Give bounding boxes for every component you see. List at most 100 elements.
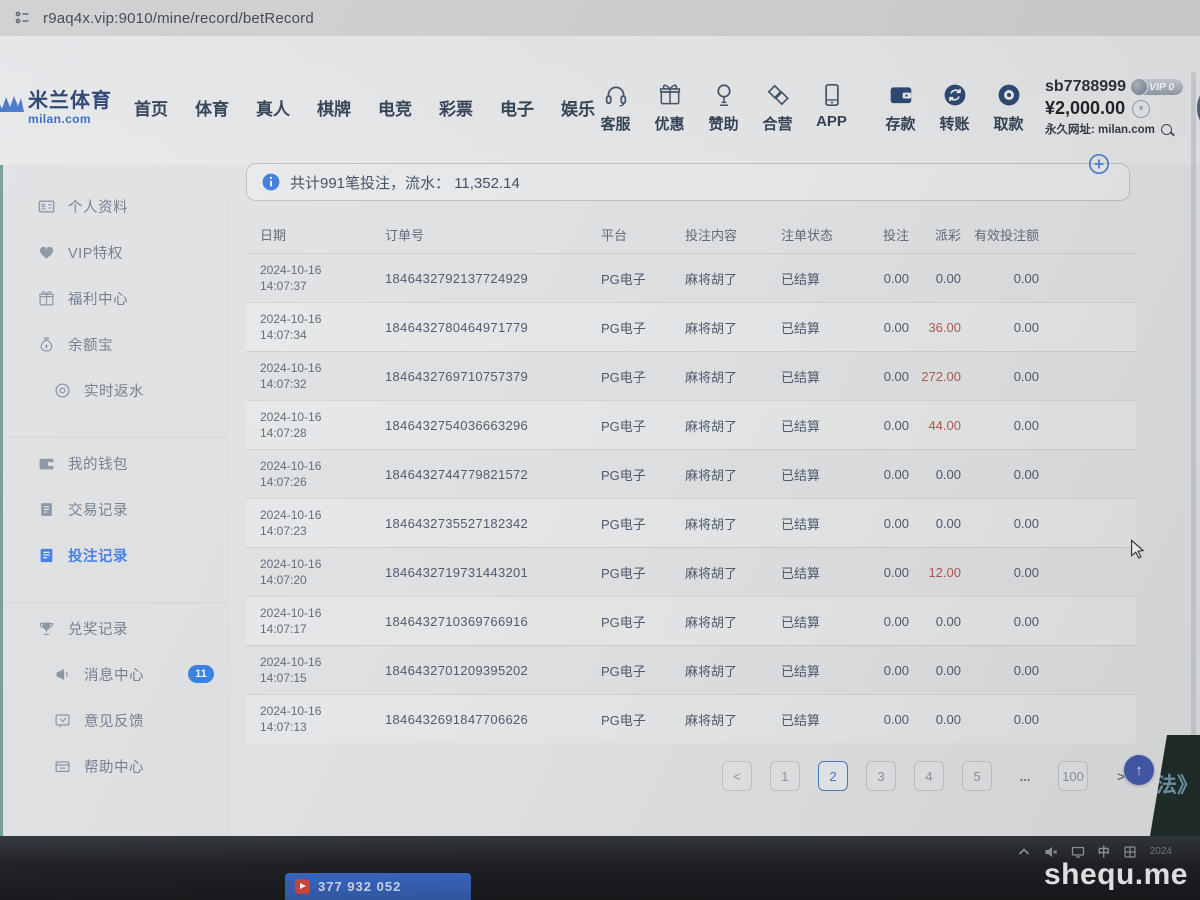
site-header: 米兰体育 milan.com 首页 体育 真人 棋牌 电竞 彩票 电子 娱乐 客… bbox=[0, 36, 1200, 165]
valid-bet-amount: 0.00 bbox=[965, 467, 1043, 482]
table-row[interactable]: 2024-10-16 14:07:32 1846432769710757379 … bbox=[246, 351, 1136, 400]
nav-item[interactable]: 棋牌 bbox=[317, 95, 351, 120]
page-button[interactable]: 100 bbox=[1058, 761, 1088, 791]
platform: PG电子 bbox=[587, 514, 671, 533]
quick-action[interactable]: APP bbox=[811, 82, 852, 130]
browser-url-bar[interactable]: r9aq4x.vip:9010/mine/record/betRecord bbox=[0, 0, 1200, 37]
sidebar-item[interactable]: 兑奖记录 bbox=[0, 602, 230, 651]
grid-icon[interactable] bbox=[1123, 845, 1137, 859]
bet-time: 14:07:20 bbox=[260, 572, 371, 588]
table-row[interactable]: 2024-10-16 14:07:13 1846432691847706626 … bbox=[246, 694, 1136, 743]
payout-amount: 0.00 bbox=[913, 271, 965, 286]
nav-item[interactable]: 电竞 bbox=[378, 95, 412, 120]
table-row[interactable]: 2024-10-16 14:07:26 1846432744779821572 … bbox=[246, 449, 1136, 498]
profile-tab-icon bbox=[14, 9, 32, 27]
banner-number: 377 932 052 bbox=[318, 879, 401, 894]
sidebar-item[interactable]: 余额宝 bbox=[0, 321, 230, 367]
quick-action[interactable]: 存款 bbox=[880, 82, 921, 134]
bet-content: 麻将胡了 bbox=[671, 612, 767, 631]
platform: PG电子 bbox=[587, 465, 671, 484]
order-number: 1846432754036663296 bbox=[371, 418, 587, 433]
username[interactable]: sb7788999 bbox=[1045, 78, 1126, 96]
banner-logo-icon bbox=[295, 879, 310, 894]
nav-item[interactable]: 彩票 bbox=[439, 95, 473, 120]
scrollbar[interactable] bbox=[1191, 72, 1196, 828]
sidebar-item[interactable]: 实时返水 bbox=[0, 367, 230, 413]
watermark: shequ.me bbox=[1044, 858, 1188, 892]
phone-icon bbox=[819, 82, 845, 109]
expand-plus-icon[interactable] bbox=[1088, 153, 1110, 175]
page-button[interactable]: ... bbox=[1010, 761, 1040, 791]
order-number: 1846432744779821572 bbox=[371, 467, 587, 482]
page-button[interactable]: 2 bbox=[818, 761, 848, 791]
rebate-icon bbox=[54, 382, 71, 399]
deposit-wallet-icon bbox=[888, 82, 914, 109]
payout-amount: 272.00 bbox=[913, 369, 965, 384]
bottom-banner: 377 932 052 bbox=[285, 873, 471, 900]
screen-bezel: 中 2024 shequ.me 377 932 052 bbox=[0, 836, 1200, 900]
bet-time: 14:07:26 bbox=[260, 474, 371, 490]
sidebar-item[interactable]: 投注记录 bbox=[0, 532, 230, 578]
quick-action[interactable]: 赞助 bbox=[703, 82, 744, 134]
bet-date: 2024-10-16 bbox=[260, 409, 371, 425]
bet-datetime: 2024-10-16 14:07:20 bbox=[246, 556, 371, 588]
prev-page-button[interactable]: < bbox=[722, 761, 752, 791]
quick-action[interactable]: 客服 bbox=[595, 82, 636, 134]
page-button[interactable]: 3 bbox=[866, 761, 896, 791]
column-header: 注单状态 bbox=[767, 225, 863, 244]
sidebar-item[interactable]: 我的钱包 bbox=[0, 437, 230, 486]
table-row[interactable]: 2024-10-16 14:07:23 1846432735527182342 … bbox=[246, 498, 1136, 547]
site-logo[interactable]: 米兰体育 milan.com bbox=[0, 91, 112, 125]
tray-chevron-icon[interactable] bbox=[1017, 845, 1031, 859]
back-to-top-button[interactable]: ↑ bbox=[1124, 755, 1154, 785]
sidebar-item[interactable]: 福利中心 bbox=[0, 275, 230, 321]
display-icon[interactable] bbox=[1071, 845, 1085, 859]
valid-bet-amount: 0.00 bbox=[965, 320, 1043, 335]
nav-item[interactable]: 娱乐 bbox=[561, 95, 595, 120]
table-row[interactable]: 2024-10-16 14:07:15 1846432701209395202 … bbox=[246, 645, 1136, 694]
quick-action[interactable]: 取款 bbox=[988, 82, 1029, 134]
table-body: 2024-10-16 14:07:37 1846432792137724929 … bbox=[246, 253, 1136, 743]
url-text[interactable]: r9aq4x.vip:9010/mine/record/betRecord bbox=[43, 10, 314, 27]
nav-item[interactable]: 真人 bbox=[256, 95, 290, 120]
quick-action[interactable]: 合营 bbox=[757, 82, 798, 134]
table-row[interactable]: 2024-10-16 14:07:34 1846432780464971779 … bbox=[246, 302, 1136, 351]
sidebar-item[interactable]: 消息中心 11 bbox=[0, 651, 230, 697]
bet-datetime: 2024-10-16 14:07:26 bbox=[246, 458, 371, 490]
page-button[interactable]: 4 bbox=[914, 761, 944, 791]
bet-amount: 0.00 bbox=[863, 369, 913, 384]
bet-content: 麻将胡了 bbox=[671, 318, 767, 337]
bet-time: 14:07:17 bbox=[260, 621, 371, 637]
balance-dropdown-icon[interactable]: ▾ bbox=[1132, 100, 1150, 118]
bet-date: 2024-10-16 bbox=[260, 507, 371, 523]
quick-action[interactable]: 优惠 bbox=[649, 82, 690, 134]
volume-muted-icon[interactable] bbox=[1044, 845, 1058, 859]
table-row[interactable]: 2024-10-16 14:07:28 1846432754036663296 … bbox=[246, 400, 1136, 449]
sidebar-item[interactable]: VIP特权 bbox=[0, 229, 230, 275]
sidebar-item[interactable]: 交易记录 bbox=[0, 486, 230, 532]
table-row[interactable]: 2024-10-16 14:07:20 1846432719731443201 … bbox=[246, 547, 1136, 596]
sponsor-icon bbox=[711, 82, 737, 109]
table-row[interactable]: 2024-10-16 14:07:17 1846432710369766916 … bbox=[246, 596, 1136, 645]
bet-amount: 0.00 bbox=[863, 271, 913, 286]
table-row[interactable]: 2024-10-16 14:07:37 1846432792137724929 … bbox=[246, 253, 1136, 302]
nav-item[interactable]: 体育 bbox=[195, 95, 229, 120]
sidebar-item[interactable]: 个人资料 bbox=[0, 183, 230, 229]
search-icon[interactable] bbox=[1161, 124, 1172, 135]
nav-item[interactable]: 电子 bbox=[500, 95, 534, 120]
platform: PG电子 bbox=[587, 710, 671, 729]
logo-icon bbox=[0, 92, 24, 123]
valid-bet-amount: 0.00 bbox=[965, 663, 1043, 678]
sidebar-item[interactable]: 意见反馈 bbox=[0, 697, 230, 743]
transaction-icon bbox=[38, 501, 55, 518]
sidebar-item[interactable]: 帮助中心 bbox=[0, 743, 230, 789]
logo-domain: milan.com bbox=[28, 113, 112, 125]
bet-content: 麻将胡了 bbox=[671, 367, 767, 386]
page-button[interactable]: 1 bbox=[770, 761, 800, 791]
permanent-url-label: 永久网址: milan.com bbox=[1045, 121, 1155, 137]
nav-item[interactable]: 首页 bbox=[134, 95, 168, 120]
quick-action[interactable]: 转账 bbox=[934, 82, 975, 134]
headset-icon bbox=[603, 82, 629, 109]
page-button[interactable]: 5 bbox=[962, 761, 992, 791]
order-number: 1846432691847706626 bbox=[371, 712, 587, 727]
